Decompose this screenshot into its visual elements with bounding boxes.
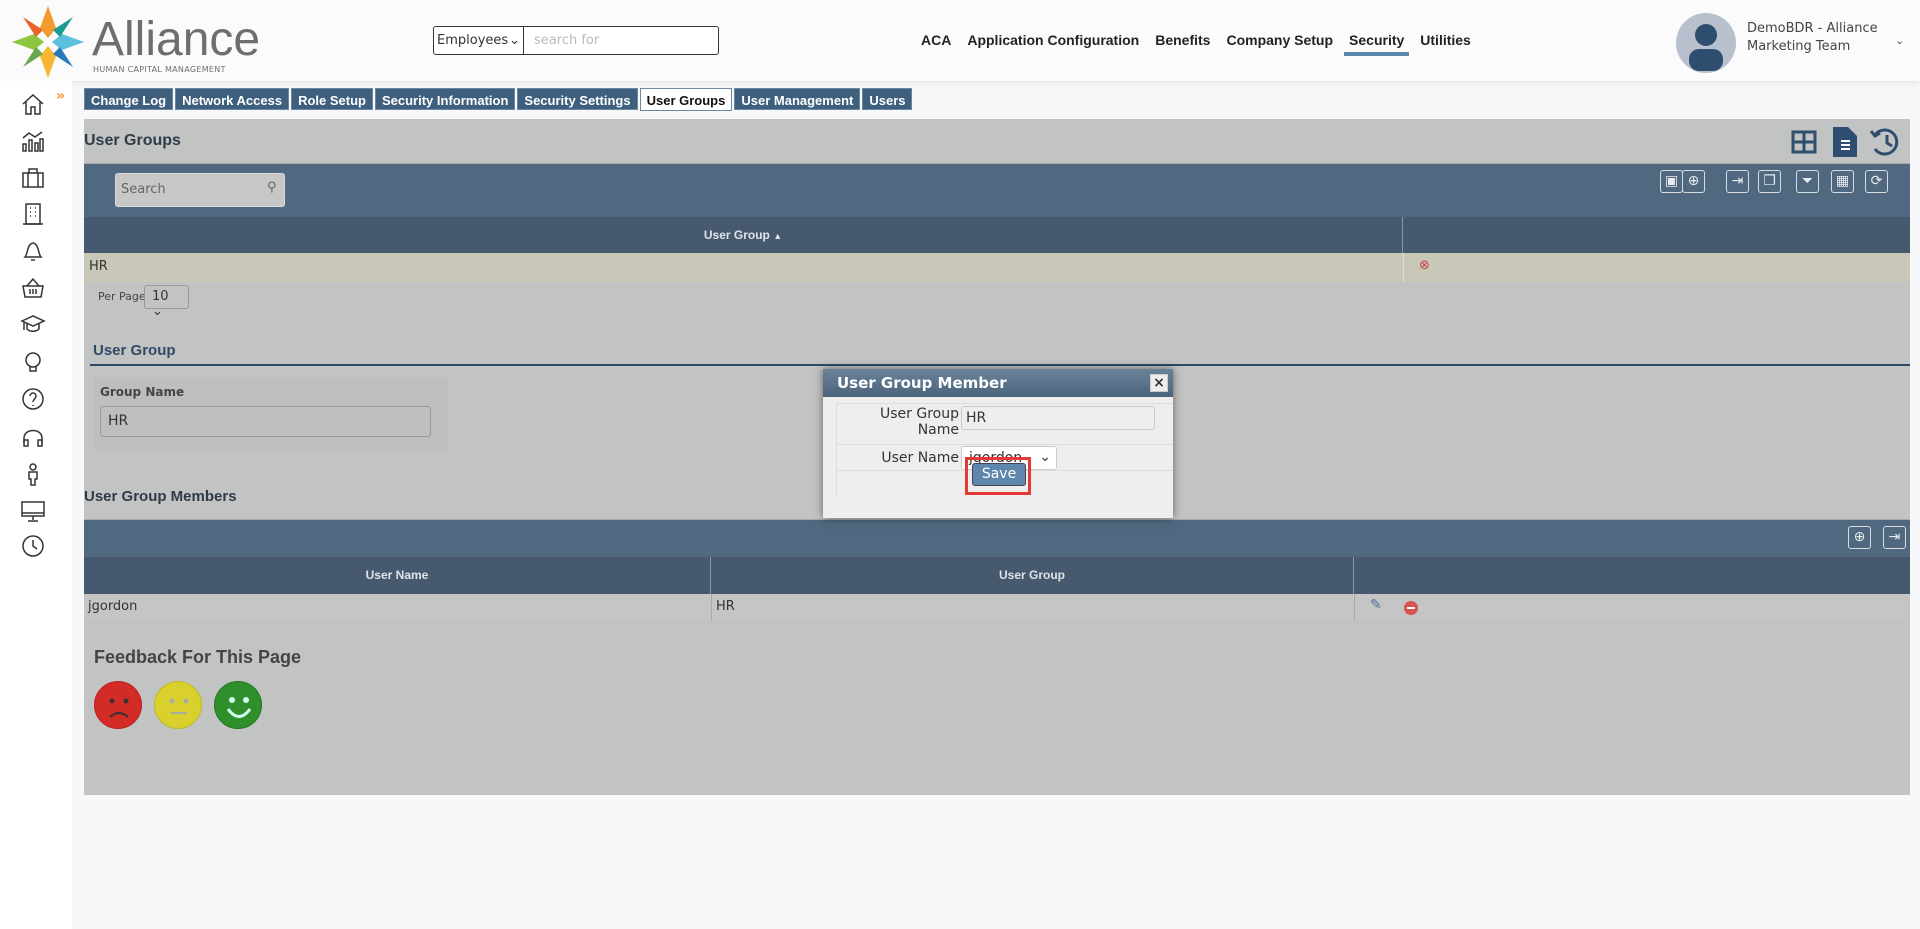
neutral-face-icon[interactable] bbox=[154, 681, 202, 729]
tab-role-setup[interactable]: Role Setup bbox=[291, 88, 373, 110]
nav-application-configuration[interactable]: Application Configuration bbox=[967, 32, 1139, 56]
column-label: User Group bbox=[703, 228, 770, 242]
headphones-icon[interactable] bbox=[20, 425, 46, 451]
brand-name: Alliance bbox=[92, 13, 261, 66]
home-icon[interactable] bbox=[20, 91, 46, 117]
user-group-name-input[interactable]: HR bbox=[961, 406, 1155, 430]
user-groups-table-header: User Group ▲ bbox=[84, 217, 1910, 253]
refresh-icon[interactable]: ⟳ bbox=[1865, 170, 1888, 193]
page-title: User Groups bbox=[84, 132, 181, 149]
sidebar bbox=[0, 81, 72, 929]
group-name-field: Group Name HR bbox=[94, 377, 448, 451]
add-member-icon[interactable]: ⊕ bbox=[1848, 526, 1871, 549]
column-user-name[interactable]: User Name bbox=[84, 557, 711, 594]
tab-users[interactable]: Users bbox=[862, 88, 913, 110]
tab-user-management[interactable]: User Management bbox=[734, 88, 861, 110]
search-scope-value: Employees bbox=[437, 33, 509, 48]
delete-icon[interactable]: ⊗ bbox=[1419, 258, 1430, 273]
top-header: Alliance HUMAN CAPITAL MANAGEMENT Employ… bbox=[0, 0, 1920, 81]
filter-icon[interactable]: ⏷ bbox=[1796, 170, 1819, 193]
search-icon: ⚲ bbox=[267, 180, 277, 195]
user-groups-toolbar: Search ⚲ ▣ ⊕ ⇥ ❐ ⏷ ▦ ⟳ bbox=[84, 163, 1910, 217]
nav-benefits[interactable]: Benefits bbox=[1155, 32, 1210, 56]
column-user-group[interactable]: User Group bbox=[711, 557, 1354, 594]
nav-aca[interactable]: ACA bbox=[921, 32, 951, 56]
members-toolbar: ⊕ ⇥ bbox=[84, 519, 1910, 557]
graduation-cap-icon[interactable] bbox=[20, 311, 46, 337]
document-icon[interactable] bbox=[1833, 127, 1857, 157]
save-icon[interactable]: ▣ bbox=[1660, 170, 1683, 193]
history-icon[interactable] bbox=[1869, 127, 1901, 157]
tab-security-information[interactable]: Security Information bbox=[374, 88, 516, 110]
user-icon bbox=[1689, 24, 1723, 71]
per-page-select[interactable]: 10 ⌄ bbox=[144, 285, 189, 319]
building-icon[interactable] bbox=[20, 201, 46, 227]
briefcase-icon[interactable] bbox=[20, 165, 46, 191]
sort-asc-icon: ▲ bbox=[773, 231, 783, 241]
nav-security[interactable]: Security bbox=[1344, 32, 1410, 56]
close-icon[interactable]: × bbox=[1150, 374, 1168, 392]
search-input[interactable]: search for bbox=[524, 27, 718, 54]
analytics-icon[interactable] bbox=[20, 128, 46, 154]
user-name-label: User Name bbox=[881, 450, 959, 466]
table-row[interactable]: jgordon HR ✎ bbox=[84, 594, 1910, 621]
copy-icon[interactable]: ❐ bbox=[1758, 170, 1781, 193]
avatar[interactable] bbox=[1676, 13, 1736, 73]
export-members-icon[interactable]: ⇥ bbox=[1883, 526, 1906, 549]
clock-icon[interactable] bbox=[20, 533, 46, 559]
members-section-title: User Group Members bbox=[84, 488, 237, 505]
chevron-down-icon: ⌄ bbox=[509, 33, 520, 48]
tab-security-settings[interactable]: Security Settings bbox=[517, 88, 638, 110]
export-icon[interactable]: ⇥ bbox=[1726, 170, 1749, 193]
remove-icon[interactable] bbox=[1404, 601, 1418, 615]
nav-company-setup[interactable]: Company Setup bbox=[1226, 32, 1333, 56]
columns-icon[interactable]: ▦ bbox=[1831, 170, 1854, 193]
tab-user-groups[interactable]: User Groups bbox=[639, 88, 733, 111]
group-name-label: Group Name bbox=[100, 385, 185, 399]
expand-sidebar-icon[interactable]: » bbox=[56, 88, 65, 104]
user-group-section-title: User Group bbox=[93, 342, 176, 359]
search-scope-select[interactable]: Employees ⌄ bbox=[434, 27, 524, 54]
global-search: Employees ⌄ search for bbox=[433, 26, 719, 55]
user-group-name-label: User Group Name bbox=[880, 406, 959, 438]
chevron-down-icon[interactable]: ⌄ bbox=[1895, 34, 1904, 47]
per-page-value: 10 bbox=[152, 289, 169, 304]
sad-face-icon[interactable] bbox=[94, 681, 142, 729]
user-group-name-cell: HR bbox=[89, 259, 108, 274]
column-user-group[interactable]: User Group ▲ bbox=[84, 217, 1403, 253]
alliance-logo bbox=[12, 6, 84, 78]
grid-view-icon[interactable] bbox=[1791, 129, 1817, 155]
help-icon[interactable] bbox=[20, 386, 46, 412]
save-button[interactable]: Save bbox=[972, 463, 1026, 486]
nav-utilities[interactable]: Utilities bbox=[1420, 32, 1471, 56]
user-group-member-dialog: User Group Member × User Group Name HR U… bbox=[823, 369, 1173, 518]
per-page-label: Per Page bbox=[98, 290, 146, 303]
lightbulb-icon[interactable] bbox=[20, 350, 46, 376]
feedback-title: Feedback For This Page bbox=[94, 647, 302, 667]
user-groups-search-input[interactable]: Search bbox=[115, 173, 285, 207]
add-icon[interactable]: ⊕ bbox=[1682, 170, 1705, 193]
basket-icon[interactable] bbox=[20, 275, 46, 301]
table-row[interactable]: HR ⊗ bbox=[84, 253, 1910, 282]
chevron-down-icon: ⌄ bbox=[1039, 449, 1051, 465]
person-icon[interactable] bbox=[20, 461, 46, 487]
monitor-icon[interactable] bbox=[20, 498, 46, 524]
members-table-header: User Name User Group bbox=[84, 557, 1910, 594]
brand-tagline: HUMAN CAPITAL MANAGEMENT bbox=[93, 65, 226, 74]
group-name-input[interactable]: HR bbox=[100, 406, 431, 437]
dialog-title: User Group Member bbox=[823, 369, 1173, 397]
security-tabs: Change Log Network Access Role Setup Sec… bbox=[84, 88, 913, 111]
edit-icon[interactable]: ✎ bbox=[1370, 597, 1382, 613]
member-user-group: HR bbox=[716, 599, 735, 614]
happy-face-icon[interactable] bbox=[214, 681, 262, 729]
member-user-name: jgordon bbox=[88, 599, 138, 614]
tab-change-log[interactable]: Change Log bbox=[84, 88, 174, 110]
tab-network-access[interactable]: Network Access bbox=[175, 88, 290, 110]
bell-icon[interactable] bbox=[20, 238, 46, 264]
user-display-name[interactable]: DemoBDR - Alliance Marketing Team bbox=[1747, 20, 1887, 56]
main-nav: ACA Application Configuration Benefits C… bbox=[921, 32, 1471, 56]
